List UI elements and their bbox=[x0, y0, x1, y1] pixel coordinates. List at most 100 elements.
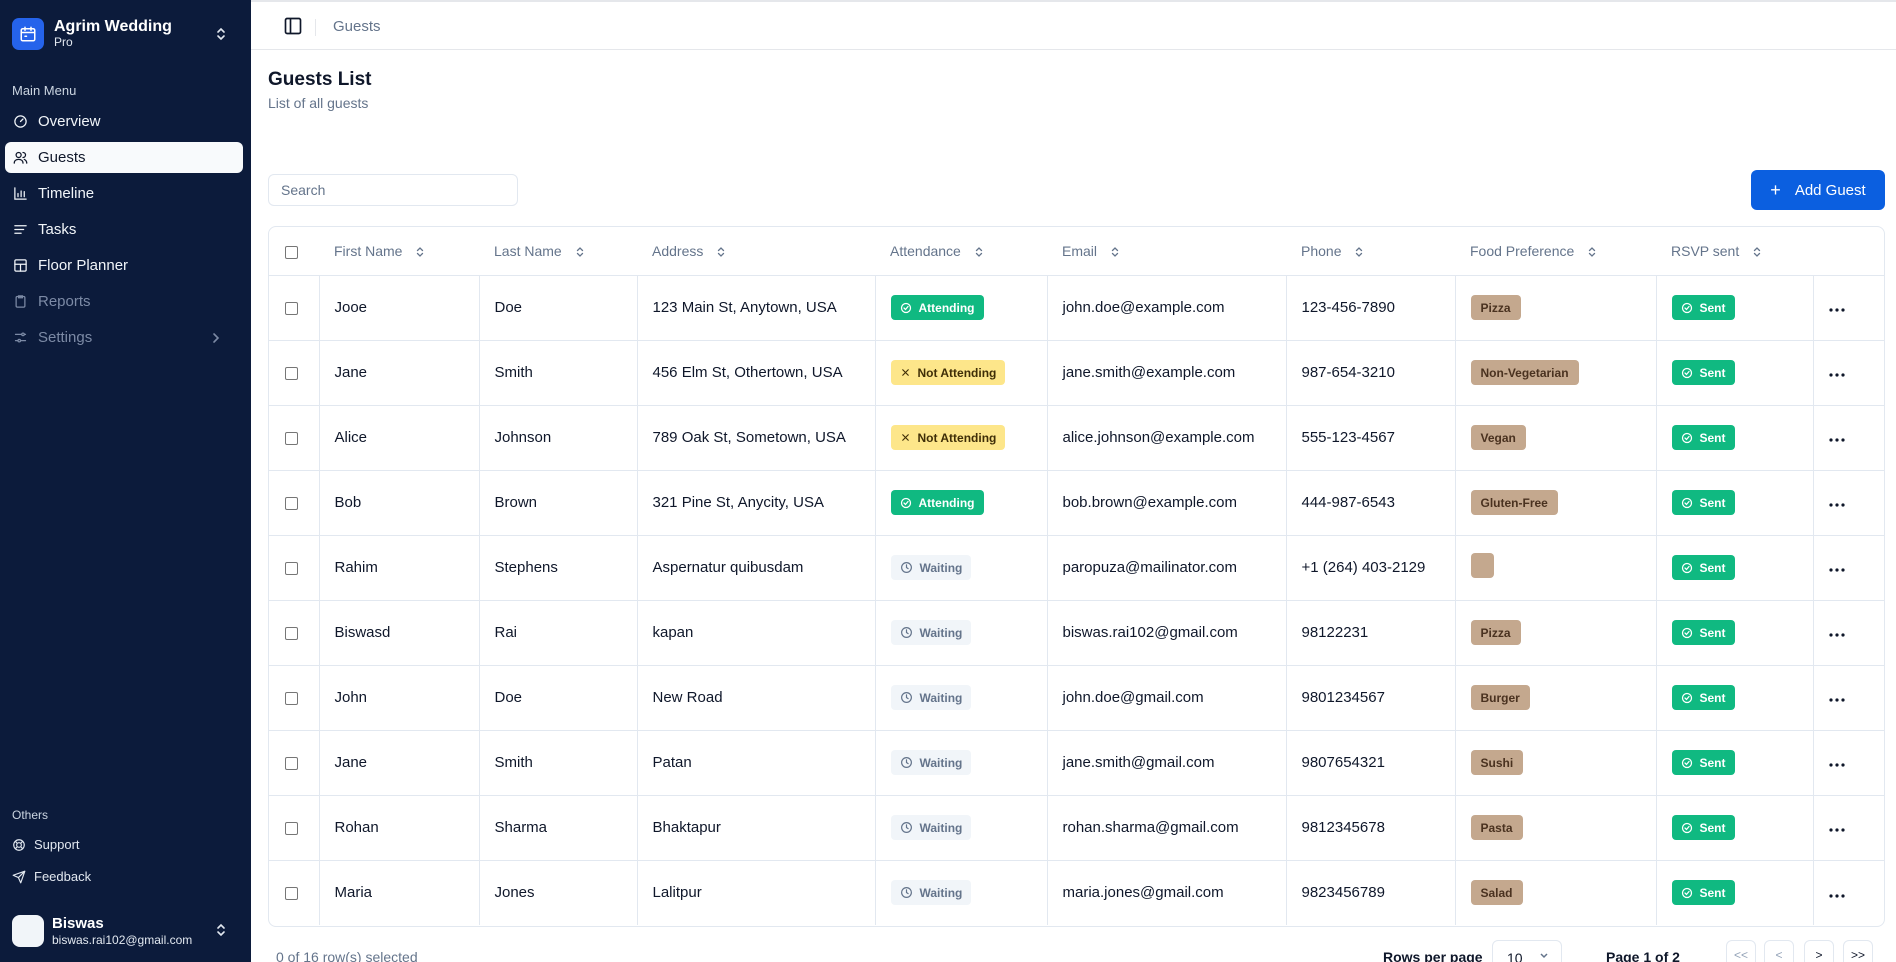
prev-page-button[interactable]: < bbox=[1764, 940, 1794, 962]
avatar bbox=[12, 915, 44, 947]
clock-icon bbox=[900, 822, 912, 833]
last-name-cell: Doe bbox=[479, 275, 638, 341]
row-checkbox[interactable] bbox=[285, 301, 298, 315]
sort-icon[interactable] bbox=[1111, 246, 1119, 258]
row-checkbox[interactable] bbox=[285, 886, 298, 900]
sidebar-item-label: Guests bbox=[38, 149, 86, 166]
email-cell: john.doe@gmail.com bbox=[1047, 665, 1287, 731]
first-page-button[interactable]: << bbox=[1726, 940, 1756, 962]
sort-icon[interactable] bbox=[416, 246, 424, 258]
send-icon bbox=[12, 870, 26, 883]
select-all-checkbox[interactable] bbox=[285, 245, 298, 259]
sort-icon[interactable] bbox=[1753, 246, 1761, 258]
food-cell: Pizza bbox=[1455, 600, 1657, 666]
table-row[interactable]: Jane Smith Patan Waiting jane.smith@gmail.co… bbox=[269, 730, 1884, 796]
sidebar-item-tasks[interactable]: Tasks bbox=[5, 214, 243, 245]
email-cell: jane.smith@example.com bbox=[1047, 340, 1287, 406]
column-header-label: Address bbox=[652, 242, 704, 259]
table-row[interactable]: Jane Smith 456 Elm St, Othertown, USA Not A… bbox=[269, 340, 1884, 406]
row-checkbox[interactable] bbox=[285, 561, 298, 575]
sidebar-item-feedback[interactable]: Feedback bbox=[12, 869, 91, 884]
column-header[interactable]: Last Name bbox=[479, 227, 637, 276]
table-row[interactable]: Maria Jones Lalitpur Waiting maria.jones@gma… bbox=[269, 860, 1884, 925]
row-checkbox[interactable] bbox=[285, 366, 298, 380]
food-badge: Salad bbox=[1470, 880, 1523, 906]
sidebar-item-support[interactable]: Support bbox=[12, 837, 80, 852]
sidebar-item-overview[interactable]: Overview bbox=[5, 106, 243, 137]
plus-icon: + bbox=[1770, 180, 1781, 200]
row-checkbox[interactable] bbox=[285, 691, 298, 705]
row-checkbox[interactable] bbox=[285, 496, 298, 510]
clock-icon bbox=[900, 757, 912, 768]
more-horizontal-icon[interactable] bbox=[1828, 689, 1845, 706]
add-guest-button[interactable]: + Add Guest bbox=[1751, 170, 1885, 210]
rsvp-badge: Sent bbox=[1671, 750, 1735, 775]
sort-icon[interactable] bbox=[576, 246, 584, 258]
table-row[interactable]: Jooe Doe 123 Main St, Anytown, USA Attendin… bbox=[269, 275, 1884, 341]
sidebar-item-label: Tasks bbox=[38, 221, 77, 238]
rsvp-label: Sent bbox=[1699, 365, 1726, 380]
more-horizontal-icon[interactable] bbox=[1828, 754, 1845, 771]
table-row[interactable]: Alice Johnson 789 Oak St, Sometown, USA Not… bbox=[269, 405, 1884, 471]
rows-per-page-label: Rows per page bbox=[1383, 949, 1483, 962]
more-horizontal-icon[interactable] bbox=[1828, 299, 1845, 316]
more-horizontal-icon[interactable] bbox=[1828, 624, 1845, 641]
column-header[interactable]: Email bbox=[1047, 227, 1286, 276]
sort-icon[interactable] bbox=[975, 246, 983, 258]
attendance-badge: Not Attending bbox=[890, 360, 1006, 385]
more-horizontal-icon[interactable] bbox=[1828, 364, 1845, 381]
attendance-cell: Waiting bbox=[875, 665, 1048, 731]
table-row[interactable]: Bob Brown 321 Pine St, Anycity, USA Attendi… bbox=[269, 470, 1884, 536]
sidebar-item-reports[interactable]: Reports bbox=[5, 286, 243, 317]
sort-icon[interactable] bbox=[1588, 246, 1596, 258]
column-header[interactable]: Attendance bbox=[875, 227, 1047, 276]
breadcrumb[interactable]: Guests bbox=[333, 18, 381, 35]
more-horizontal-icon[interactable] bbox=[1828, 885, 1845, 902]
first-name-cell: Rohan bbox=[319, 795, 480, 861]
search-input[interactable] bbox=[268, 174, 518, 206]
column-header[interactable]: RSVP sent bbox=[1656, 227, 1813, 276]
sidebar-item-guests[interactable]: Guests bbox=[5, 142, 243, 173]
sidebar-item-floor-planner[interactable]: Floor Planner bbox=[5, 250, 243, 281]
first-name-cell: Bob bbox=[319, 470, 480, 536]
user-menu[interactable]: Biswas biswas.rai102@gmail.com bbox=[12, 913, 240, 949]
column-header[interactable]: Phone bbox=[1286, 227, 1455, 276]
food-cell bbox=[1455, 535, 1657, 601]
sidebar-item-timeline[interactable]: Timeline bbox=[5, 178, 243, 209]
phone-cell: 9801234567 bbox=[1286, 665, 1456, 731]
page-subtitle: List of all guests bbox=[268, 95, 369, 111]
sort-icon[interactable] bbox=[717, 246, 725, 258]
more-horizontal-icon[interactable] bbox=[1828, 559, 1845, 576]
clock-icon bbox=[900, 562, 912, 573]
more-horizontal-icon[interactable] bbox=[1828, 819, 1845, 836]
column-header[interactable]: First Name bbox=[319, 227, 479, 276]
food-badge: Sushi bbox=[1470, 750, 1524, 775]
row-checkbox[interactable] bbox=[285, 821, 298, 835]
sidebar-item-settings[interactable]: Settings bbox=[5, 322, 243, 353]
last-page-button[interactable]: >> bbox=[1843, 940, 1873, 962]
workspace-switcher[interactable]: Agrim Wedding Pro bbox=[12, 16, 240, 52]
row-select-cell bbox=[269, 405, 320, 471]
column-header[interactable]: Address bbox=[637, 227, 875, 276]
more-horizontal-icon[interactable] bbox=[1828, 429, 1845, 446]
next-page-button[interactable]: > bbox=[1804, 940, 1834, 962]
table-row[interactable]: John Doe New Road Waiting john.doe@gmail.com… bbox=[269, 665, 1884, 731]
more-horizontal-icon[interactable] bbox=[1828, 494, 1845, 511]
sidebar-toggle-icon[interactable] bbox=[283, 16, 303, 41]
attendance-badge: Waiting bbox=[890, 750, 972, 775]
main-menu-label: Main Menu bbox=[12, 83, 77, 98]
row-checkbox[interactable] bbox=[285, 626, 298, 640]
rows-per-page-select[interactable]: 10 bbox=[1492, 940, 1562, 962]
table-row[interactable]: Rahim Stephens Aspernatur quibusdam Waiting… bbox=[269, 535, 1884, 601]
check-circle-icon bbox=[1681, 887, 1692, 898]
row-checkbox[interactable] bbox=[285, 756, 298, 770]
actions-header bbox=[1813, 227, 1884, 276]
food-cell: Salad bbox=[1455, 860, 1657, 925]
table-row[interactable]: Biswasd Rai kapan Waiting biswas.rai102@gmai… bbox=[269, 600, 1884, 666]
actions-cell bbox=[1813, 470, 1884, 536]
row-checkbox[interactable] bbox=[285, 431, 298, 445]
table-row[interactable]: Rohan Sharma Bhaktapur Waiting rohan.sharma@… bbox=[269, 795, 1884, 861]
sort-icon[interactable] bbox=[1355, 246, 1363, 258]
check-circle-icon bbox=[1681, 692, 1692, 703]
column-header[interactable]: Food Preference bbox=[1455, 227, 1656, 276]
